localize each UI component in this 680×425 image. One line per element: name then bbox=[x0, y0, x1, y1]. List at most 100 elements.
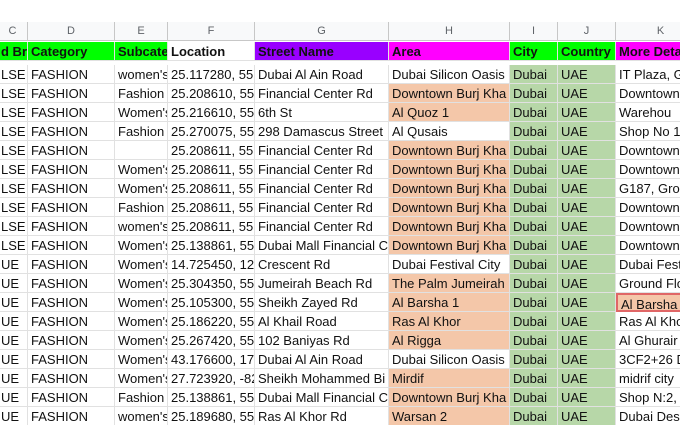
column-letter-3[interactable]: F bbox=[168, 22, 255, 41]
table-cell[interactable]: Dubai bbox=[510, 198, 558, 217]
table-cell[interactable]: Dubai bbox=[510, 122, 558, 141]
table-cell[interactable]: Dubai Festi bbox=[616, 255, 680, 274]
table-cell[interactable]: Shop No 1 bbox=[616, 122, 680, 141]
table-cell[interactable]: IT Plaza, G bbox=[616, 65, 680, 84]
table-cell[interactable]: FASHION bbox=[28, 122, 115, 141]
table-cell[interactable]: LSE bbox=[0, 65, 28, 84]
table-cell[interactable]: 25.208611, 55. bbox=[168, 179, 255, 198]
table-cell[interactable]: Downtown bbox=[616, 198, 680, 217]
table-cell[interactable]: UAE bbox=[558, 388, 616, 407]
table-cell[interactable]: Downtown bbox=[616, 84, 680, 103]
table-cell[interactable]: UE bbox=[0, 369, 28, 388]
table-cell[interactable]: UE bbox=[0, 350, 28, 369]
table-cell[interactable]: Crescent Rd bbox=[255, 255, 389, 274]
table-cell[interactable]: 25.216610, 55. bbox=[168, 103, 255, 122]
table-cell[interactable]: Financial Center Rd bbox=[255, 198, 389, 217]
table-cell[interactable]: LSE bbox=[0, 236, 28, 255]
table-cell[interactable]: UAE bbox=[558, 236, 616, 255]
table-cell[interactable]: 25.208610, 55. bbox=[168, 84, 255, 103]
table-cell[interactable]: Women's bbox=[115, 293, 168, 312]
table-cell[interactable]: UAE bbox=[558, 407, 616, 425]
table-cell[interactable]: FASHION bbox=[28, 369, 115, 388]
table-cell[interactable]: LSE bbox=[0, 179, 28, 198]
table-cell[interactable]: Al Quoz 1 bbox=[389, 103, 510, 122]
table-cell[interactable]: UE bbox=[0, 255, 28, 274]
table-cell[interactable]: FASHION bbox=[28, 388, 115, 407]
table-cell[interactable]: Dubai bbox=[510, 217, 558, 236]
table-cell[interactable]: women's bbox=[115, 65, 168, 84]
table-cell[interactable]: Dubai bbox=[510, 160, 558, 179]
table-cell[interactable]: Warsan 2 bbox=[389, 407, 510, 425]
table-cell[interactable]: 25.208611, 55. bbox=[168, 198, 255, 217]
table-cell[interactable]: Dubai Al Ain Road bbox=[255, 350, 389, 369]
table-cell[interactable]: UE bbox=[0, 274, 28, 293]
table-cell[interactable]: Dubai bbox=[510, 255, 558, 274]
column-letter-1[interactable]: D bbox=[28, 22, 115, 41]
table-cell[interactable]: LSE bbox=[0, 122, 28, 141]
table-cell[interactable]: Downtown Burj Kha bbox=[389, 141, 510, 160]
table-cell[interactable]: Women's bbox=[115, 236, 168, 255]
table-cell[interactable]: Fashion bbox=[115, 388, 168, 407]
table-cell[interactable]: Financial Center Rd bbox=[255, 179, 389, 198]
table-cell[interactable]: Women's bbox=[115, 255, 168, 274]
table-cell[interactable]: Dubai Mall Financial Ce bbox=[255, 236, 389, 255]
table-cell[interactable]: Downtown bbox=[616, 236, 680, 255]
table-cell[interactable]: FASHION bbox=[28, 274, 115, 293]
table-cell[interactable]: UAE bbox=[558, 84, 616, 103]
table-cell[interactable]: FASHION bbox=[28, 84, 115, 103]
table-cell[interactable]: Al Khail Road bbox=[255, 312, 389, 331]
table-cell[interactable]: Dubai Desi bbox=[616, 407, 680, 425]
table-cell[interactable]: Women's bbox=[115, 160, 168, 179]
table-cell[interactable]: LSE bbox=[0, 160, 28, 179]
table-cell[interactable]: UAE bbox=[558, 160, 616, 179]
table-cell[interactable]: Al Ghurair bbox=[616, 331, 680, 350]
table-cell[interactable]: The Palm Jumeirah bbox=[389, 274, 510, 293]
table-cell[interactable]: 27.723920, -82 bbox=[168, 369, 255, 388]
table-cell[interactable]: Downtown bbox=[616, 217, 680, 236]
table-cell[interactable]: UE bbox=[0, 407, 28, 425]
table-cell[interactable]: 25.117280, 55. bbox=[168, 65, 255, 84]
table-cell[interactable]: LSE bbox=[0, 141, 28, 160]
table-cell[interactable]: Women's bbox=[115, 274, 168, 293]
table-cell[interactable]: Fashion bbox=[115, 122, 168, 141]
table-cell[interactable]: Al Barsha 1 bbox=[616, 293, 680, 312]
table-cell[interactable]: Jumeirah Beach Rd bbox=[255, 274, 389, 293]
table-cell[interactable] bbox=[115, 141, 168, 160]
table-cell[interactable]: Women's bbox=[115, 369, 168, 388]
table-cell[interactable]: Fashion bbox=[115, 84, 168, 103]
table-cell[interactable]: Downtown Burj Kha bbox=[389, 84, 510, 103]
table-cell[interactable]: Dubai bbox=[510, 65, 558, 84]
table-cell[interactable]: UAE bbox=[558, 179, 616, 198]
table-cell[interactable]: Women's bbox=[115, 350, 168, 369]
column-letter-5[interactable]: H bbox=[389, 22, 510, 41]
table-cell[interactable]: 25.270075, 55. bbox=[168, 122, 255, 141]
header-cell-6[interactable]: City bbox=[510, 42, 558, 61]
table-cell[interactable]: Dubai bbox=[510, 312, 558, 331]
table-cell[interactable]: Downtown Burj Kha bbox=[389, 388, 510, 407]
table-cell[interactable]: Financial Center Rd bbox=[255, 84, 389, 103]
table-cell[interactable]: FASHION bbox=[28, 236, 115, 255]
table-cell[interactable]: UAE bbox=[558, 103, 616, 122]
table-cell[interactable]: Women's bbox=[115, 312, 168, 331]
table-cell[interactable]: women's bbox=[115, 217, 168, 236]
table-cell[interactable]: 25.189680, 55. bbox=[168, 407, 255, 425]
table-cell[interactable]: Financial Center Rd bbox=[255, 217, 389, 236]
table-cell[interactable]: UAE bbox=[558, 122, 616, 141]
table-cell[interactable]: 298 Damascus Street bbox=[255, 122, 389, 141]
table-cell[interactable]: Al Barsha 1 bbox=[389, 293, 510, 312]
table-cell[interactable]: FASHION bbox=[28, 255, 115, 274]
table-cell[interactable]: 25.208611, 55. bbox=[168, 217, 255, 236]
table-cell[interactable]: Al Qusais bbox=[389, 122, 510, 141]
table-cell[interactable]: Downtown Burj Kha bbox=[389, 160, 510, 179]
table-cell[interactable]: LSE bbox=[0, 217, 28, 236]
table-cell[interactable]: Fashion bbox=[115, 198, 168, 217]
column-letter-2[interactable]: E bbox=[115, 22, 168, 41]
header-cell-8[interactable]: More Deta bbox=[616, 42, 680, 61]
table-cell[interactable]: UE bbox=[0, 331, 28, 350]
table-cell[interactable]: FASHION bbox=[28, 65, 115, 84]
table-cell[interactable]: FASHION bbox=[28, 312, 115, 331]
table-cell[interactable]: UAE bbox=[558, 312, 616, 331]
table-cell[interactable]: Dubai bbox=[510, 141, 558, 160]
table-cell[interactable]: UE bbox=[0, 312, 28, 331]
table-cell[interactable]: Dubai Silicon Oasis bbox=[389, 350, 510, 369]
